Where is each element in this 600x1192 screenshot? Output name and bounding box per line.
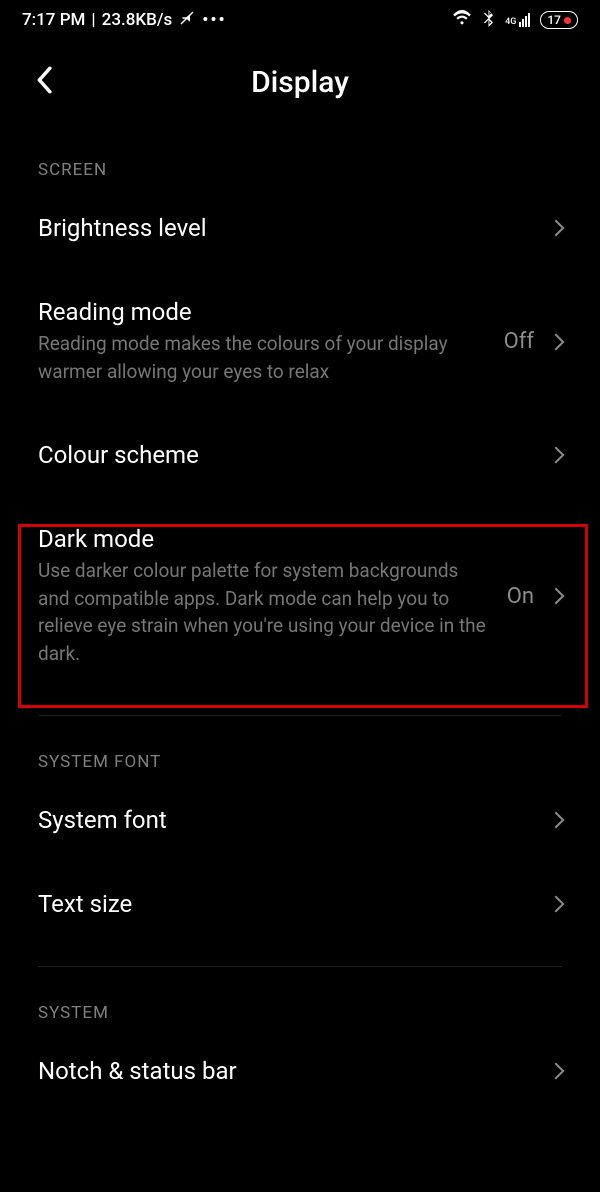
wifi-icon <box>452 10 472 31</box>
page-title: Display <box>251 65 349 100</box>
section-label-screen: SCREEN <box>38 160 562 180</box>
notch-title: Notch & status bar <box>38 1057 530 1085</box>
text-size-title: Text size <box>38 890 530 918</box>
bluetooth-icon <box>482 9 495 32</box>
reading-title: Reading mode <box>38 298 484 326</box>
section-label-system: SYSTEM <box>38 1003 562 1023</box>
status-right: 4G 17 <box>452 9 578 32</box>
system-font-item[interactable]: System font <box>38 778 562 862</box>
chevron-right-icon <box>548 896 565 913</box>
section-system: SYSTEM Notch & status bar <box>0 1003 600 1099</box>
section-label-systemfont: SYSTEM FONT <box>38 752 562 772</box>
brightness-level-item[interactable]: Brightness level <box>38 186 562 270</box>
mute-icon <box>178 9 196 32</box>
chevron-right-icon <box>548 220 565 237</box>
chevron-right-icon <box>548 812 565 829</box>
colour-scheme-item[interactable]: Colour scheme <box>38 413 562 497</box>
chevron-right-icon <box>548 447 565 464</box>
divider <box>38 966 562 967</box>
chevron-right-icon <box>548 1063 565 1080</box>
more-icon: ••• <box>202 10 226 30</box>
text-size-item[interactable]: Text size <box>38 862 562 946</box>
header: Display <box>0 40 600 124</box>
brightness-title: Brightness level <box>38 214 530 242</box>
net-speed: 23.8KB/s <box>102 10 173 30</box>
highlight-box <box>18 524 588 708</box>
reading-sub: Reading mode makes the colours of your d… <box>38 330 484 385</box>
status-left: 7:17 PM | 23.8KB/s ••• <box>22 9 227 32</box>
divider <box>38 715 562 716</box>
reading-value: Off <box>504 329 534 354</box>
colour-title: Colour scheme <box>38 441 530 469</box>
battery-indicator: 17 <box>540 11 578 29</box>
back-button[interactable] <box>34 66 54 98</box>
chevron-right-icon <box>548 333 565 350</box>
status-bar: 7:17 PM | 23.8KB/s ••• 4G 17 <box>0 0 600 40</box>
section-system-font: SYSTEM FONT System font Text size <box>0 752 600 946</box>
time: 7:17 PM <box>22 10 85 30</box>
notch-status-bar-item[interactable]: Notch & status bar <box>38 1029 562 1099</box>
reading-mode-item[interactable]: Reading mode Reading mode makes the colo… <box>38 270 562 413</box>
system-font-title: System font <box>38 806 530 834</box>
signal-icon: 4G <box>505 13 530 27</box>
